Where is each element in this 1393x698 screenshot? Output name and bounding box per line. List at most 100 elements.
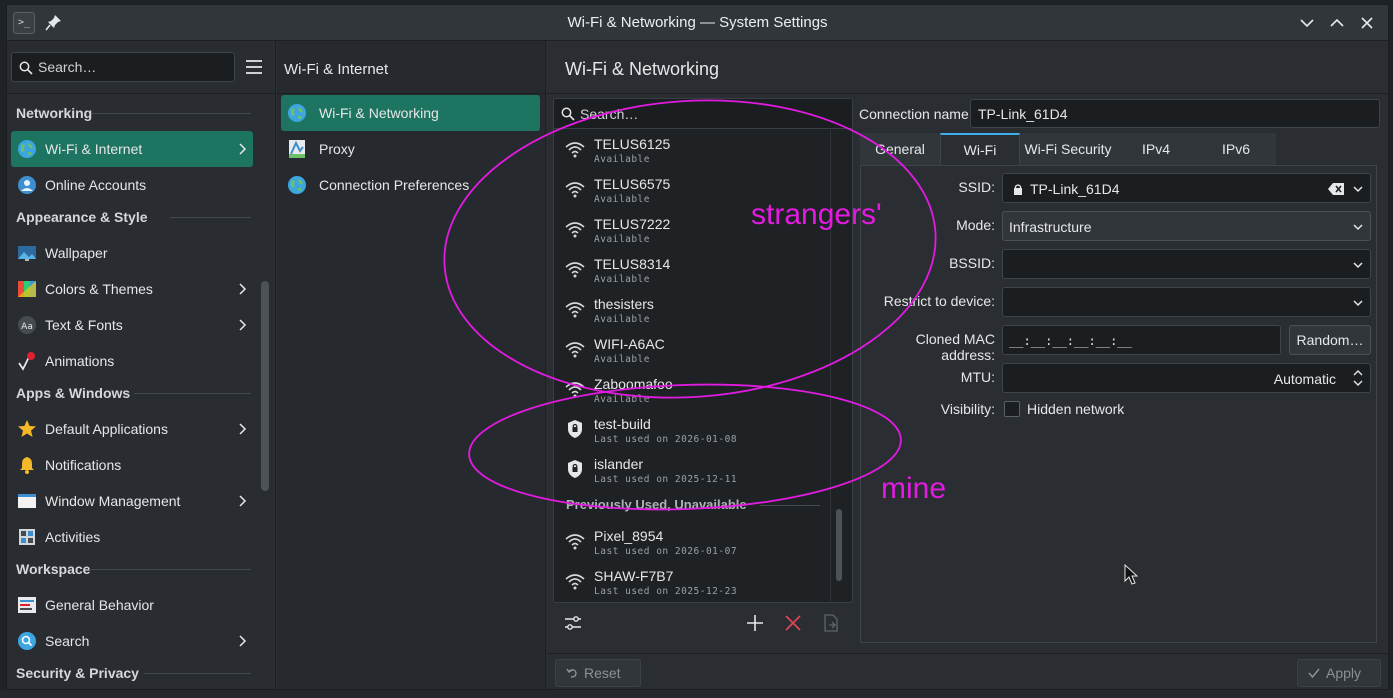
wifi-signal-icon (565, 574, 585, 590)
bssid-combobox[interactable] (1002, 249, 1371, 279)
sidebar-item-label: Window Management (45, 493, 181, 509)
tab-ipv6[interactable]: IPv6 (1196, 133, 1276, 165)
subcategory-item-wifi-networking[interactable]: Wi-Fi & Networking (281, 95, 540, 131)
mine-annotation: mine (881, 472, 947, 505)
subcategory-item-proxy[interactable]: Proxy (281, 131, 540, 167)
sidebar-item-text-fonts[interactable]: Aa Text & Fonts (11, 307, 253, 343)
subcategory-item-connection-preferences[interactable]: Connection Preferences (281, 167, 540, 203)
globe-icon (17, 139, 37, 159)
delete-connection-icon[interactable] (783, 613, 803, 633)
export-connection-icon[interactable] (821, 613, 841, 633)
sidebar-item-wallpaper[interactable]: Wallpaper (11, 235, 253, 271)
title-bar: >_ Wi-Fi & Networking — System Settings (7, 5, 1388, 41)
network-status: Available (594, 354, 650, 365)
animations-icon (17, 351, 37, 371)
bell-icon (17, 455, 37, 475)
sidebar-item-activities[interactable]: Activities (11, 519, 253, 555)
subcategory-header: Wi-Fi & Internet (284, 61, 389, 78)
wifi-signal-icon (565, 534, 585, 550)
subcategory-label: Proxy (319, 141, 355, 157)
connections-scrollbar[interactable] (836, 509, 842, 581)
sidebar-item-notifications[interactable]: Notifications (11, 447, 253, 483)
sidebar-search-input[interactable] (38, 57, 228, 77)
network-status: Available (594, 274, 650, 285)
tab-wifi[interactable]: Wi-Fi (940, 133, 1020, 165)
ssid-value: TP-Link_61D4 (1030, 181, 1120, 197)
network-status: Available (594, 154, 650, 165)
wifi-signal-icon (565, 382, 585, 398)
connections-search-input[interactable] (580, 104, 840, 124)
network-name: TELUS6575 (594, 176, 671, 192)
tab-ipv4[interactable]: IPv4 (1116, 133, 1196, 165)
sidebar-item-default-applications[interactable]: Default Applications (11, 411, 253, 447)
sidebar-item-animations[interactable]: Animations (11, 343, 253, 379)
ssid-combobox[interactable]: TP-Link_61D4 (1002, 173, 1371, 203)
sidebar-item-general-behavior[interactable]: General Behavior (11, 587, 253, 623)
sidebar-item-label: Activities (45, 529, 101, 545)
network-row[interactable]: Zaboomafoo Available (554, 370, 832, 410)
checkmark-icon (1308, 668, 1320, 679)
cloned-mac-input[interactable]: __:__:__:__:__:__ (1002, 325, 1281, 355)
shield-icon (568, 420, 582, 438)
connection-name-input[interactable] (970, 99, 1380, 128)
reset-button[interactable]: Reset (555, 659, 641, 687)
network-row[interactable]: test-build Last used on 2026-01-08 (554, 410, 832, 450)
reset-label: Reset (584, 665, 621, 681)
section-workspace: Workspace (7, 555, 257, 587)
sidebar-item-search[interactable]: Search (11, 623, 253, 659)
sidebar-item-label: General Behavior (45, 597, 154, 613)
bssid-label: BSSID: (949, 255, 995, 271)
spin-arrows-icon[interactable] (1352, 368, 1364, 388)
online-accounts-icon (17, 175, 37, 195)
network-row[interactable]: WIFI-A6AC Available (554, 330, 832, 370)
network-name: Pixel_8954 (594, 528, 664, 544)
mode-select[interactable]: Infrastructure (1002, 211, 1371, 241)
undo-icon (566, 668, 577, 678)
clear-text-icon[interactable] (1328, 183, 1344, 195)
sidebar-item-label: Wallpaper (45, 245, 108, 261)
sidebar-item-wifi-internet[interactable]: Wi-Fi & Internet (11, 131, 253, 167)
settings-sidebar: Networking Wi-Fi & Internet Online Accou… (7, 41, 276, 689)
fonts-icon: Aa (17, 315, 37, 335)
network-row[interactable]: TELUS6125 Available (554, 130, 832, 170)
background-window-strip (0, 690, 1393, 698)
page-header-divider (547, 93, 1388, 94)
wifi-signal-icon (565, 342, 585, 358)
minimize-icon[interactable] (1298, 14, 1316, 32)
strangers-annotation: strangers' (751, 198, 882, 231)
search-icon (561, 107, 575, 121)
close-icon[interactable] (1358, 14, 1376, 32)
network-row[interactable]: SHAW-F7B7 Last used on 2025-12-23 (554, 562, 832, 602)
hidden-network-checkbox[interactable] (1004, 401, 1020, 417)
network-row[interactable]: thesisters Available (554, 290, 832, 330)
restrict-device-combobox[interactable] (1002, 287, 1371, 317)
mtu-spinbox[interactable]: Automatic (1002, 363, 1371, 393)
wallpaper-icon (17, 243, 37, 263)
wifi-signal-icon (565, 262, 585, 278)
network-row[interactable]: Pixel_8954 Last used on 2026-01-07 (554, 522, 832, 562)
subcategory-divider (277, 93, 545, 94)
sidebar-search[interactable] (11, 52, 235, 82)
sidebar-item-window-management[interactable]: Window Management (11, 483, 253, 519)
hamburger-menu-icon[interactable] (245, 59, 263, 75)
mtu-label: MTU: (960, 369, 995, 385)
connections-search[interactable] (554, 99, 852, 129)
configure-icon[interactable] (563, 613, 583, 633)
network-row[interactable]: islander Last used on 2025-12-11 (554, 450, 832, 490)
tab-general[interactable]: General (860, 133, 940, 165)
network-row[interactable]: TELUS8314 Available (554, 250, 832, 290)
sidebar-scrollbar[interactable] (261, 281, 269, 491)
network-name: TELUS6125 (594, 136, 671, 152)
tab-wifi-security[interactable]: Wi-Fi Security (1020, 133, 1116, 165)
chevron-right-icon (239, 635, 247, 647)
maximize-icon[interactable] (1328, 14, 1346, 32)
random-mac-button[interactable]: Random… (1289, 325, 1371, 355)
add-connection-icon[interactable] (745, 613, 765, 633)
chevron-down-icon (1353, 224, 1363, 231)
sidebar-item-online-accounts[interactable]: Online Accounts (11, 167, 253, 203)
apply-button[interactable]: Apply (1297, 659, 1381, 687)
page-title: Wi-Fi & Networking (565, 59, 720, 79)
sidebar-item-colors-themes[interactable]: Colors & Themes (11, 271, 253, 307)
network-name: TELUS8314 (594, 256, 671, 272)
network-name: test-build (594, 416, 651, 432)
